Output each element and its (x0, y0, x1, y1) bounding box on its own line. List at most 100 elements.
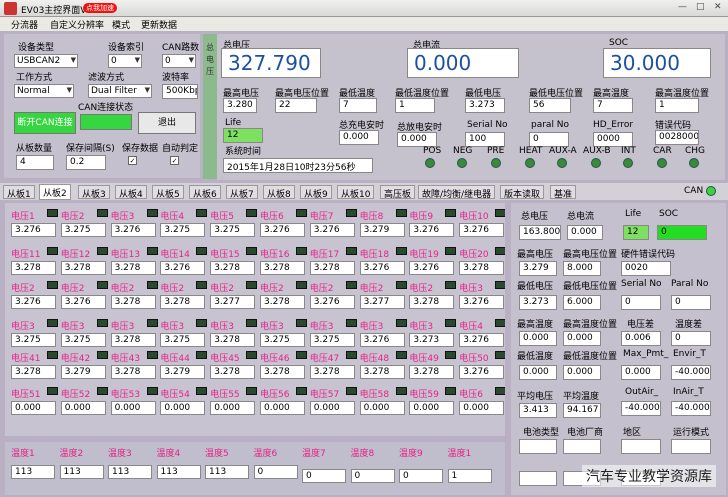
minimize-icon[interactable]: — (678, 2, 687, 12)
auto-judge-checkbox[interactable]: ✓ (170, 156, 179, 165)
detail-total-v: 163.800 (519, 225, 561, 240)
tab-slave-10[interactable]: 从板10 (337, 185, 375, 200)
auto-judge-label: 自动判定 (162, 144, 199, 154)
cell-voltage-value: 0.000 (160, 401, 206, 415)
detail-tdiff-label: 温度差 (675, 320, 703, 330)
speedup-badge[interactable]: 点我加速 (83, 3, 117, 13)
chg-lamp-icon (689, 158, 699, 168)
device-index-label: 设备索引 (108, 43, 145, 53)
detail-cell-vendor (563, 439, 601, 454)
stat-value: 7 (339, 98, 377, 113)
temperature-label: 温度8 (350, 449, 375, 459)
balance-indicator-icon (196, 351, 208, 359)
tab-slave-5[interactable]: 从板5 (152, 185, 184, 200)
detail-max-t-pos: 0.000 (563, 331, 601, 346)
cell-voltage-value: 3.278 (11, 261, 56, 275)
filter-select[interactable]: Dual Filter (88, 84, 152, 98)
cell-voltage: 电压3 3.275 (160, 319, 209, 347)
save-interval-field[interactable]: 0.2 (66, 155, 106, 170)
temperature-value: 113 (11, 465, 55, 479)
balance-indicator-icon (445, 209, 457, 217)
menu-resolution[interactable]: 自定义分辨率 (50, 18, 104, 31)
tab-slave-8[interactable]: 从板8 (263, 185, 295, 200)
balance-indicator-icon (196, 319, 208, 327)
temperature-value: 113 (156, 465, 201, 479)
slave-detail-panel: 总电压 总电流 Life SOC 163.800 0.000 12 0 最高电压… (511, 203, 726, 495)
balance-indicator-icon (296, 209, 307, 217)
maximize-icon[interactable]: □ (696, 2, 705, 12)
paral-label: paral No (531, 120, 570, 130)
detail-region-label: 地区 (623, 428, 642, 438)
balance-indicator-icon (146, 209, 158, 217)
hd-error-value: 0000 (593, 132, 633, 147)
cell-voltage: 电压2 3.278 (110, 281, 160, 309)
cell-voltage: 电压53 0.000 (110, 387, 160, 415)
save-data-checkbox[interactable]: ✓ (128, 156, 137, 165)
tab-fault-relay[interactable]: 故障/均衡/继电器 (418, 185, 496, 200)
cell-voltage-value: 3.278 (260, 365, 305, 379)
exit-button[interactable]: 退出 (138, 112, 196, 134)
stat-value: 1 (395, 98, 435, 113)
cell-voltage-value: 3.275 (160, 223, 206, 237)
cell-voltage: 电压1 3.276 (11, 209, 60, 237)
detail-max-pmt: 0.000 (621, 365, 661, 380)
work-mode-select[interactable]: Normal (14, 84, 74, 98)
detail-region (621, 439, 661, 454)
baud-field[interactable]: 500Kbp (162, 84, 198, 99)
balance-indicator-icon (445, 387, 457, 395)
menu-shunt[interactable]: 分流器 (11, 18, 38, 31)
can-channel-select[interactable]: 0 (162, 54, 196, 68)
detail-hw-err: 0020 (621, 261, 671, 276)
detail-total-v-label: 总电压 (521, 212, 549, 222)
disconnect-can-button[interactable]: 断开CAN连接 (14, 112, 76, 134)
cell-voltage-value: 3.276 (110, 223, 156, 237)
menu-mode[interactable]: 模式 (112, 18, 130, 31)
cell-voltage: 电压3 3.276 (110, 209, 160, 237)
slave-count-field[interactable]: 4 (16, 155, 54, 170)
cell-voltage-value: 3.276 (459, 333, 505, 347)
cell-voltage-value: 3.278 (359, 365, 405, 379)
tab-slave-1[interactable]: 从板1 (3, 185, 35, 200)
detail-min-v-pos: 6.000 (563, 295, 601, 310)
balance-indicator-icon (345, 319, 357, 327)
balance-indicator-icon (246, 281, 258, 289)
cell-voltage: 电压15 3.278 (210, 247, 259, 275)
tab-slave-2[interactable]: 从板2 (39, 184, 71, 200)
detail-serial-label: Serial No (621, 279, 662, 289)
tab-slave-6[interactable]: 从板6 (189, 185, 221, 200)
tab-version[interactable]: 版本读取 (500, 185, 545, 200)
temperature-panel: 温度1 113 温度2 113 温度3 113 温度4 113 温度5 113 温度6 0 温度7 0 温度… (5, 442, 505, 495)
tab-slave-3[interactable]: 从板3 (78, 185, 110, 200)
detail-avg-v-label: 平均电压 (517, 392, 554, 402)
temperature-value: 0 (350, 469, 395, 483)
detail-paral-label: Paral No (671, 279, 709, 289)
detail-max-v-pos: 8.000 (563, 261, 601, 276)
close-icon[interactable]: ✕ (714, 2, 722, 12)
device-index-select[interactable]: 0 (108, 54, 142, 68)
cell-voltage: 电压2 3.277 (210, 281, 259, 309)
balance-indicator-icon (246, 209, 258, 217)
int-lamp-icon (623, 158, 633, 168)
temperature-sensor: 温度1 1 (447, 446, 492, 483)
tab-reference[interactable]: 基准 (550, 185, 577, 200)
tab-slave-7[interactable]: 从板7 (226, 185, 258, 200)
lamp-label-chg: CHG (685, 146, 706, 156)
cell-voltage: 电压3 3.275 (60, 319, 110, 347)
balance-indicator-icon (196, 247, 208, 255)
filter-label: 滤波方式 (88, 73, 125, 83)
detail-min-v-pos-label: 最低电压位置 (563, 282, 618, 292)
tab-hv-board[interactable]: 高压板 (380, 185, 416, 200)
menu-update[interactable]: 更新数据 (141, 18, 177, 31)
temperature-sensor: 温度9 0 (399, 446, 443, 483)
temperature-label: 温度6 (253, 449, 278, 459)
balance-indicator-icon (296, 387, 307, 395)
tab-slave-4[interactable]: 从板4 (115, 185, 147, 200)
cell-voltage: 电压17 3.278 (309, 247, 359, 275)
tab-slave-9[interactable]: 从板9 (300, 185, 332, 200)
detail-outair: -40.000 (621, 401, 661, 416)
cell-voltage-value: 3.278 (260, 261, 305, 275)
device-type-select[interactable]: USBCAN2 (14, 54, 78, 68)
cell-voltage-value: 0.000 (60, 401, 106, 415)
stat-value: 7 (593, 98, 633, 113)
cell-voltage-value: 0.000 (110, 401, 156, 415)
